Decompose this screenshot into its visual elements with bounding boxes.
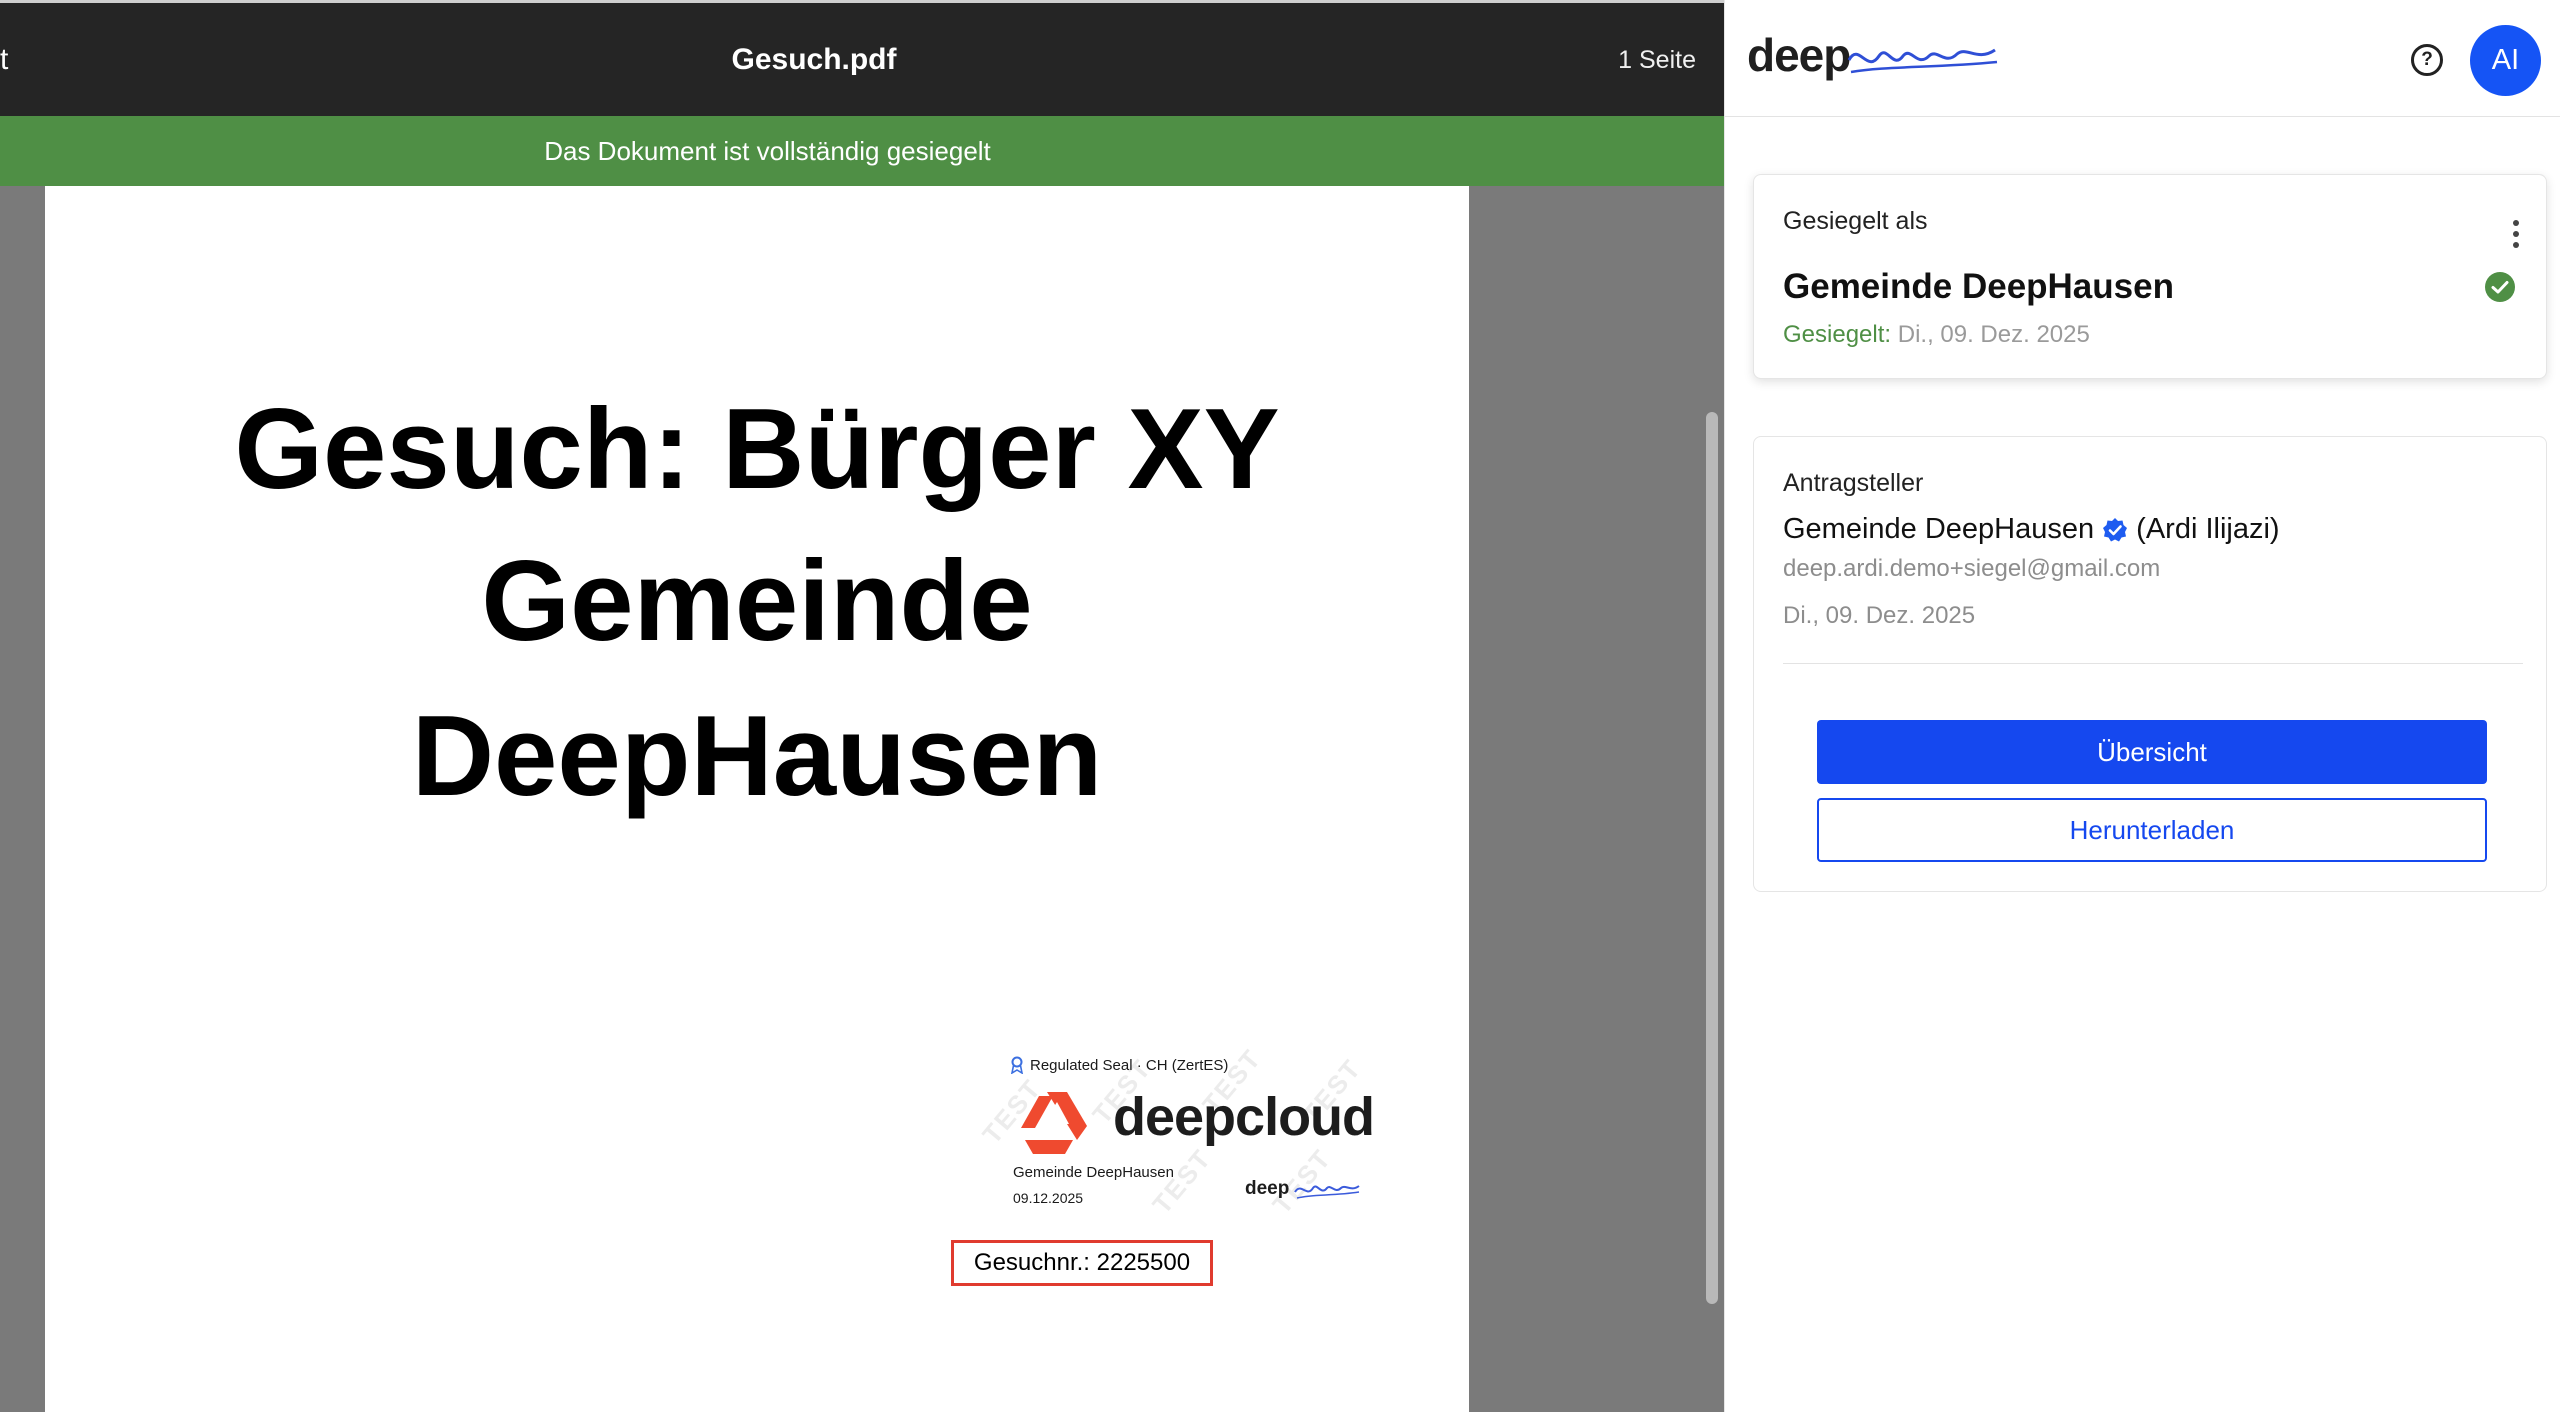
seal-deepsign-logo: deep xyxy=(1245,1178,1290,1199)
signature-side-panel: deep ? AI Gesiegelt als Gemeinde DeepHau… xyxy=(1724,0,2560,1412)
panel-header: deep ? AI xyxy=(1725,0,2560,117)
verified-badge-icon xyxy=(2103,517,2128,541)
divider xyxy=(1783,663,2523,664)
viewer-scrollbar[interactable] xyxy=(1706,412,1718,1304)
sealed-as-card: Gesiegelt als Gemeinde DeepHausen Gesieg… xyxy=(1753,174,2547,379)
sealed-organisation-name: Gemeinde DeepHausen xyxy=(1783,267,2174,306)
document-filename: Gesuch.pdf xyxy=(731,43,897,76)
electronic-seal-stamp: TEST TEST TEST TEST TEST TEST Regulated … xyxy=(965,1043,1385,1256)
document-page: Gesuch: Bürger XY Gemeinde DeepHausen TE… xyxy=(45,186,1469,1412)
sealed-status: Gesiegelt: Di., 09. Dez. 2025 xyxy=(1783,321,2090,349)
reference-number-box: Gesuchnr.: 2225500 xyxy=(951,1240,1213,1286)
user-avatar[interactable]: AI xyxy=(2470,25,2541,96)
page-count: 1 Seite xyxy=(1618,46,1696,74)
document-title-line: Gemeinde xyxy=(481,538,1033,665)
test-watermark: TEST xyxy=(1146,1143,1218,1220)
help-icon[interactable]: ? xyxy=(2411,44,2443,76)
applicant-organisation: Gemeinde DeepHausen xyxy=(1783,513,2095,545)
applicant-card: Antragsteller Gemeinde DeepHausen (Ardi … xyxy=(1753,436,2547,892)
seal-date: 09.12.2025 xyxy=(1013,1190,1084,1206)
applicant-name-row: Gemeinde DeepHausen (Ardi Ilijazi) xyxy=(1783,513,2280,546)
applicant-email: deep.ardi.demo+siegel@gmail.com xyxy=(1783,555,2161,582)
viewer-toolbar: t Gesuch.pdf 1 Seite xyxy=(0,0,1724,116)
sealed-status-label: Gesiegelt: xyxy=(1783,321,1892,348)
sealed-status-banner: Das Dokument ist vollständig gesiegelt xyxy=(0,116,1724,186)
deepcloud-logo-icon xyxy=(1021,1092,1087,1154)
sealed-as-label: Gesiegelt als xyxy=(1783,207,1928,235)
deepsign-script-icon xyxy=(1847,48,1998,74)
applicant-person: (Ardi Ilijazi) xyxy=(2136,513,2280,545)
download-button[interactable]: Herunterladen xyxy=(1817,798,2487,862)
check-circle-icon xyxy=(2485,272,2515,302)
ribbon-badge-icon xyxy=(1010,1056,1024,1074)
more-vertical-icon[interactable] xyxy=(2511,219,2521,249)
sealed-status-date: Di., 09. Dez. 2025 xyxy=(1897,321,2090,348)
regulated-seal-label: Regulated Seal · CH (ZertES) xyxy=(1010,1056,1228,1074)
sealed-status-banner-text: Das Dokument ist vollständig gesiegelt xyxy=(544,135,991,166)
regulated-seal-text: Regulated Seal · CH (ZertES) xyxy=(1030,1056,1229,1074)
document-title-line: Gesuch: Bürger XY xyxy=(234,386,1280,513)
seal-organisation: Gemeinde DeepHausen xyxy=(1013,1164,1174,1181)
seal-brand-name: deepcloud xyxy=(1113,1087,1375,1147)
applicant-date: Di., 09. Dez. 2025 xyxy=(1783,602,1976,629)
document-title-line: DeepHausen xyxy=(411,693,1103,820)
document-viewer: t Gesuch.pdf 1 Seite Das Dokument ist vo… xyxy=(0,0,1724,1412)
deepsign-logo: deep xyxy=(1747,29,1851,81)
overview-button[interactable]: Übersicht xyxy=(1817,720,2487,784)
reference-number: Gesuchnr.: 2225500 xyxy=(973,1249,1191,1276)
applicant-heading: Antragsteller xyxy=(1783,469,1924,497)
seal-deepsign-script-icon xyxy=(1294,1185,1360,1199)
